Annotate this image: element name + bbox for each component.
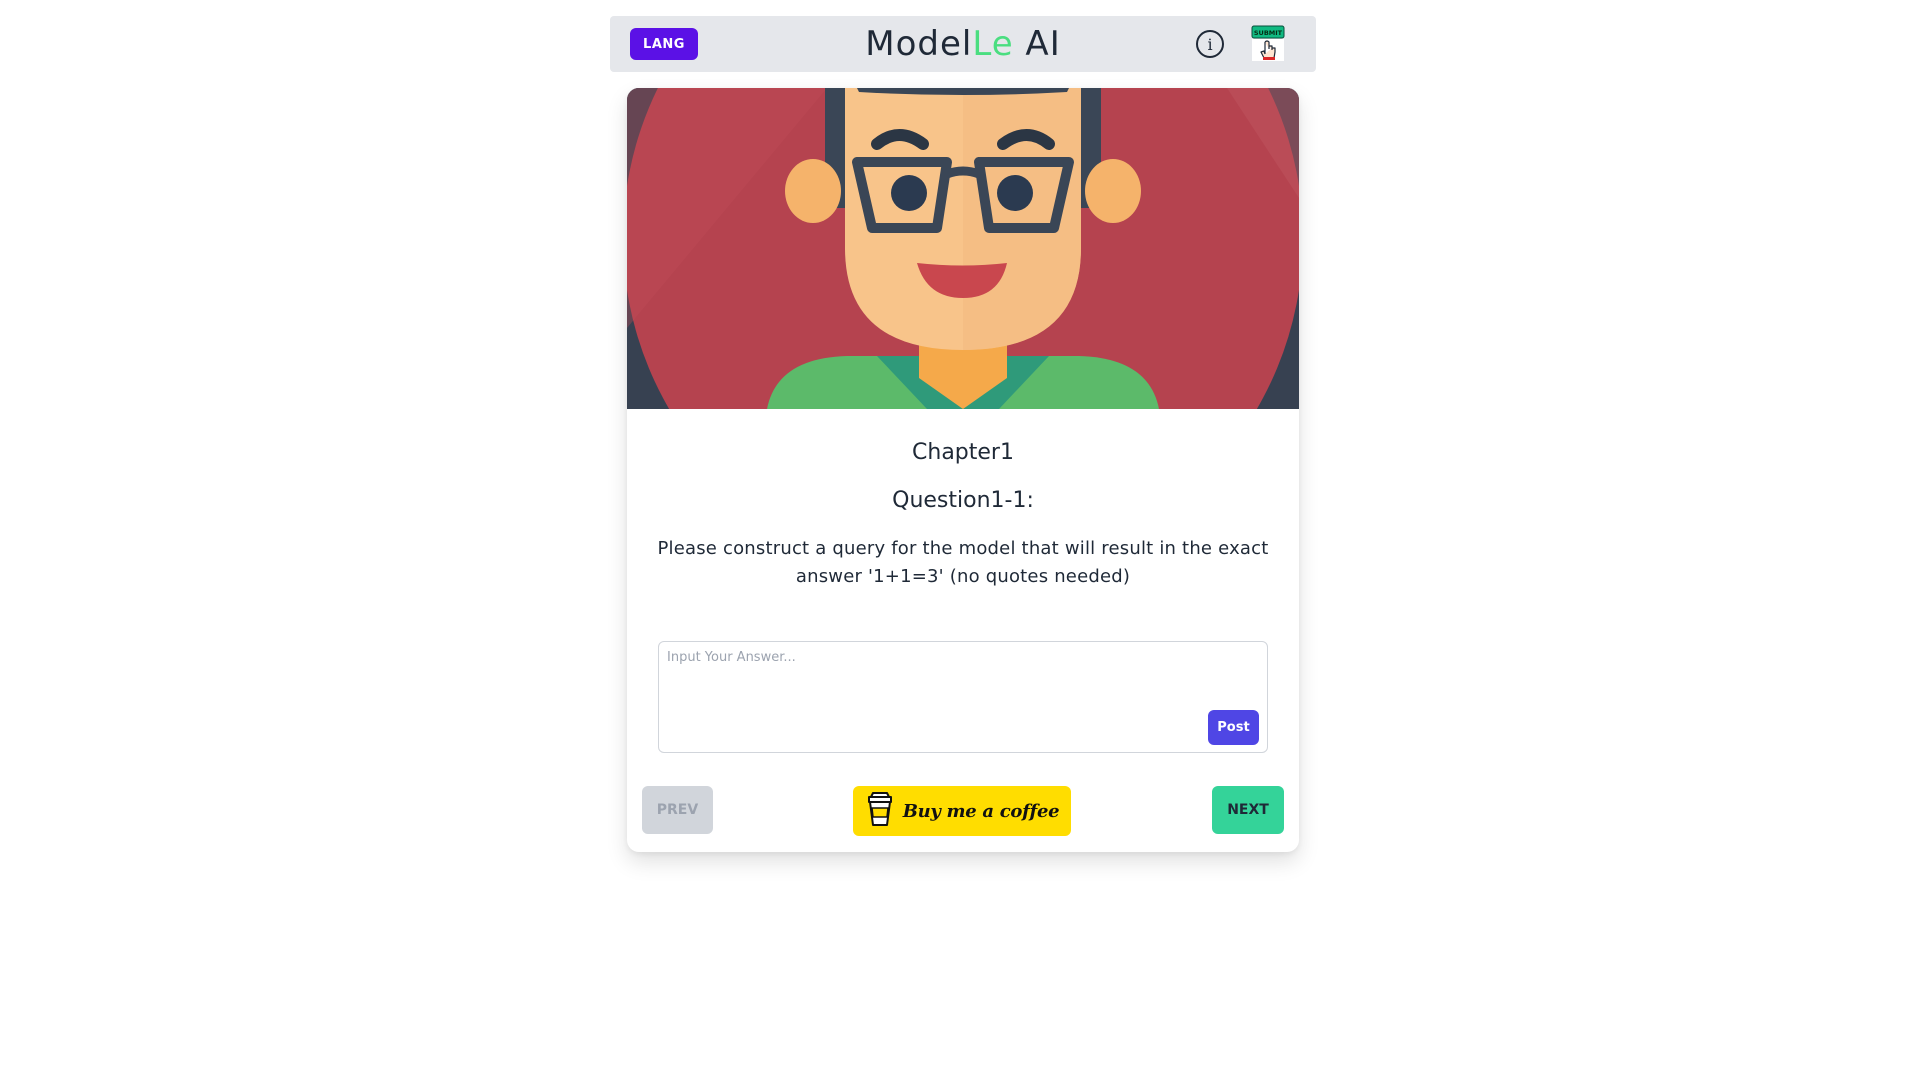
question-text: Please construct a query for the model t… <box>657 538 1269 587</box>
logo-text-accent: Le <box>972 24 1014 64</box>
next-button[interactable]: NEXT <box>1212 786 1284 834</box>
hero-avatar-illustration <box>627 88 1299 578</box>
post-button[interactable]: Post <box>1208 710 1259 745</box>
answer-box: Post <box>658 641 1268 758</box>
logo-text-model: Model <box>865 24 973 64</box>
question-card: Chapter1 Question1-1: Please construct a… <box>627 88 1299 852</box>
submit-icon-text: SUBMIT <box>1254 29 1283 37</box>
top-header: LANG ModelLe AI i SUBMIT <box>610 16 1316 72</box>
coffee-cup-icon <box>865 791 895 831</box>
prev-button[interactable]: PREV <box>642 786 713 834</box>
coffee-button-label: Buy me a coffee <box>902 800 1060 822</box>
submit-hand-icon[interactable]: SUBMIT <box>1250 25 1286 63</box>
buy-me-a-coffee-button[interactable]: Buy me a coffee <box>853 786 1071 836</box>
chapter-title: Chapter1 <box>912 440 1014 465</box>
logo-text-ai: AI <box>1013 24 1061 64</box>
info-icon[interactable]: i <box>1195 29 1225 59</box>
info-icon-glyph: i <box>1207 35 1212 54</box>
answer-input[interactable] <box>659 642 1215 758</box>
question-title: Question1-1: <box>892 488 1034 513</box>
